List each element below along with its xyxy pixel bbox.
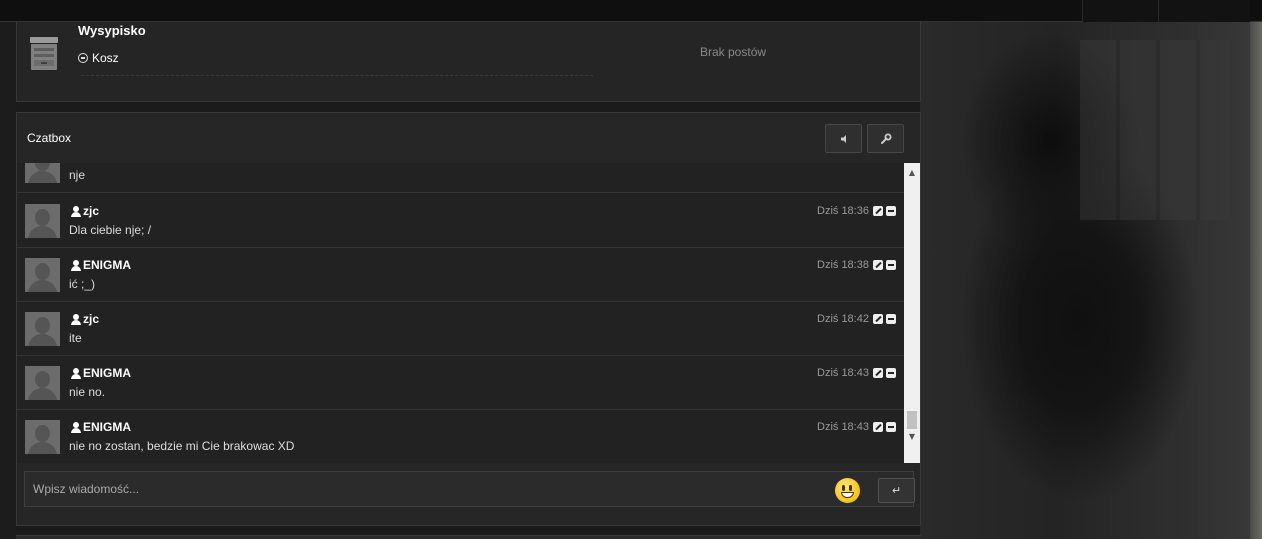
- user-icon: [71, 259, 81, 271]
- avatar[interactable]: [25, 366, 60, 400]
- avatar[interactable]: [25, 163, 60, 183]
- message-time: Dziś 18:43: [817, 421, 869, 433]
- sound-button[interactable]: [825, 124, 862, 153]
- speaker-icon: [840, 134, 846, 143]
- author-name[interactable]: ENIGMA: [83, 366, 131, 380]
- message-author[interactable]: zjc: [71, 204, 99, 218]
- wrench-icon: [880, 133, 891, 144]
- author-name[interactable]: ENIGMA: [83, 258, 131, 272]
- send-button[interactable]: ↵: [878, 478, 915, 503]
- message-text: ite: [69, 331, 82, 345]
- list-item: ENIGMA nie no. Dziś 18:43: [17, 356, 904, 410]
- list-item: zjc Dla ciebie nje; / Dziś 18:36: [17, 194, 904, 248]
- author-name[interactable]: zjc: [83, 204, 99, 218]
- message-author[interactable]: ENIGMA: [71, 258, 131, 272]
- minus-icon[interactable]: [886, 260, 896, 270]
- user-icon: [71, 313, 81, 325]
- next-panel-edge: [16, 535, 921, 539]
- settings-button[interactable]: [867, 124, 904, 153]
- message-text: nie no.: [69, 385, 106, 399]
- message-scrollbar[interactable]: ▲ ▼: [904, 163, 920, 463]
- minus-icon[interactable]: [886, 314, 896, 324]
- topbar-button[interactable]: [1158, 0, 1250, 22]
- top-bar: [0, 0, 1262, 22]
- message-input[interactable]: [25, 472, 825, 506]
- forum-row: Wysypisko Kosz Brak postów: [16, 22, 921, 102]
- subforum-link[interactable]: Kosz: [78, 51, 119, 65]
- subforum-icon: [78, 53, 88, 63]
- user-icon: [71, 421, 81, 433]
- user-icon: [71, 205, 81, 217]
- list-item: nje: [17, 163, 904, 193]
- pencil-icon[interactable]: [873, 314, 883, 324]
- message-list[interactable]: nje zjc Dla ciebie nje; / Dziś 18:36 ENI…: [17, 163, 904, 463]
- message-author[interactable]: ENIGMA: [71, 420, 131, 434]
- message-time: Dziś 18:36: [817, 205, 869, 217]
- forum-status: Brak postów: [700, 45, 767, 59]
- trash-bin-icon: [30, 37, 58, 70]
- avatar[interactable]: [25, 312, 60, 346]
- chatbox-title: Czatbox: [27, 131, 72, 145]
- pencil-icon[interactable]: [873, 206, 883, 216]
- subforum-label[interactable]: Kosz: [92, 51, 119, 65]
- message-text: ić ;_): [69, 277, 96, 291]
- message-text: nje: [69, 168, 86, 182]
- author-name[interactable]: ENIGMA: [83, 420, 131, 434]
- left-strip: [0, 22, 16, 539]
- message-time: Dziś 18:42: [817, 313, 869, 325]
- minus-icon[interactable]: [886, 368, 896, 378]
- message-author[interactable]: zjc: [71, 312, 99, 326]
- background-window: [1080, 40, 1230, 220]
- forum-title[interactable]: Wysypisko: [78, 23, 146, 38]
- list-item: ENIGMA nie no zostan, bedzie mi Cie brak…: [17, 410, 904, 463]
- minus-icon[interactable]: [886, 422, 896, 432]
- avatar[interactable]: [25, 420, 60, 454]
- author-name[interactable]: zjc: [83, 312, 99, 326]
- message-time: Dziś 18:38: [817, 259, 869, 271]
- scrollbar-thumb[interactable]: [907, 411, 917, 429]
- avatar[interactable]: [25, 258, 60, 292]
- list-item: zjc ite Dziś 18:42: [17, 302, 904, 356]
- pencil-icon[interactable]: [873, 368, 883, 378]
- list-item: ENIGMA ić ;_) Dziś 18:38: [17, 248, 904, 302]
- pencil-icon[interactable]: [873, 422, 883, 432]
- avatar[interactable]: [25, 204, 60, 238]
- scroll-down-arrow-icon[interactable]: ▼: [904, 429, 920, 443]
- topbar-button[interactable]: [1082, 0, 1158, 22]
- message-text: nie no zostan, bedzie mi Cie brakowac XD: [69, 439, 295, 453]
- message-composer: ↵: [24, 471, 915, 507]
- user-icon: [71, 367, 81, 379]
- pencil-icon[interactable]: [873, 260, 883, 270]
- message-author[interactable]: ENIGMA: [71, 366, 131, 380]
- smiley-icon[interactable]: [835, 478, 860, 503]
- background-edge: [1250, 22, 1262, 539]
- minus-icon[interactable]: [886, 206, 896, 216]
- divider: [81, 75, 593, 76]
- chatbox: Czatbox nje zjc Dla ciebie nje; / Dziś 1…: [16, 112, 921, 526]
- message-time: Dziś 18:43: [817, 367, 869, 379]
- scroll-up-arrow-icon[interactable]: ▲: [904, 165, 920, 179]
- message-text: Dla ciebie nje; /: [69, 223, 152, 237]
